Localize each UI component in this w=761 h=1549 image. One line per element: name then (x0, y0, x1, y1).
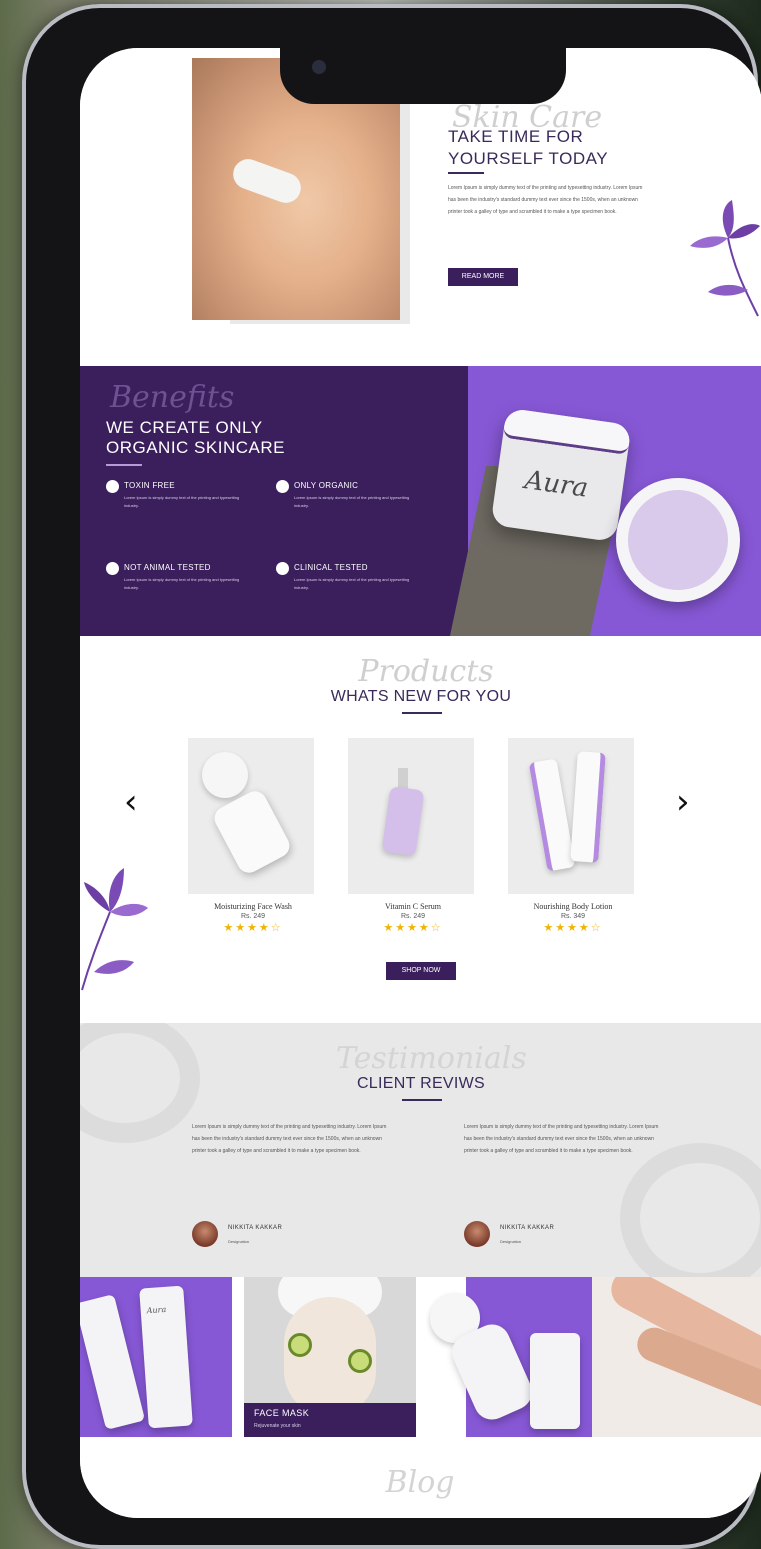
avatar (192, 1221, 218, 1247)
feature-desc: Lorem Ipsum is simply dummy text of the … (124, 577, 240, 590)
phone-frame: Skin Care TAKE TIME FOR YOURSELF TODAY L… (22, 4, 761, 1549)
benefits-title-rule (106, 464, 142, 466)
reviewer-name: NIKKITA KAKKAR (228, 1225, 283, 1231)
open-cream-pot (616, 478, 740, 602)
cream-jar: Aura (490, 407, 632, 543)
reviewer-name: NIKKITA KAKKAR (500, 1225, 555, 1231)
flask-icon (276, 562, 289, 575)
benefits-section: Benefits WE CREATE ONLY ORGANIC SKINCARE… (80, 366, 761, 636)
product-image-face-wash[interactable] (188, 738, 314, 894)
lotion-tube (528, 758, 576, 872)
star-rating: ★★★★☆ (543, 922, 603, 934)
review-card: Lorem Ipsum is simply dummy text of the … (192, 1121, 392, 1247)
cucumber-slice (288, 1333, 312, 1357)
review-text: Lorem Ipsum is simply dummy text of the … (192, 1124, 387, 1154)
benefits-script-title: Benefits (110, 380, 235, 415)
reviews-title-rule (402, 1099, 442, 1101)
product-image-body-lotion[interactable] (508, 738, 634, 894)
product-price: Rs. 249 (240, 913, 266, 920)
cream-swatch (228, 154, 306, 208)
face-mask-banner: FACE MASK Rejuvenate your skin (244, 1403, 416, 1437)
phone-screen: Skin Care TAKE TIME FOR YOURSELF TODAY L… (80, 48, 761, 1518)
review-card: Lorem Ipsum is simply dummy text of the … (464, 1121, 664, 1247)
avatar (464, 1221, 490, 1247)
reviews-script-title: Testimonials (336, 1041, 527, 1076)
reviewer-role: Designation (228, 1239, 250, 1244)
gallery-image-bottles[interactable] (426, 1277, 592, 1437)
reviews-section: Testimonials CLIENT REVIWS Lorem Ipsum i… (80, 1023, 761, 1277)
feature-desc: Lorem Ipsum is simply dummy text of the … (294, 577, 410, 590)
hero-title-rule (448, 172, 484, 174)
reviews-title: CLIENT REVIWS (356, 1075, 486, 1092)
hero-title-line2: YOURSELF TODAY (448, 149, 609, 168)
review-text: Lorem Ipsum is simply dummy text of the … (464, 1124, 659, 1154)
cream-surface (628, 490, 728, 590)
blog-section: Blog (80, 1437, 761, 1518)
jar-lid (502, 407, 632, 456)
reviewer-role: Designation (500, 1239, 522, 1244)
products-script-title: Products (358, 654, 494, 689)
lotion-tube (570, 751, 606, 863)
product-price: Rs. 249 (400, 913, 426, 920)
product-bottle (210, 787, 294, 877)
rabbit-icon (106, 562, 119, 575)
benefits-title: WE CREATE ONLY ORGANIC SKINCARE (106, 418, 285, 458)
product-name[interactable]: Moisturizing Face Wash (188, 902, 318, 911)
shop-now-button[interactable]: SHOP NOW (386, 962, 456, 980)
feature-label: CLINICAL TESTED (294, 563, 368, 572)
feature-desc: Lorem Ipsum is simply dummy text of the … (294, 495, 410, 508)
product-image-serum[interactable] (348, 738, 474, 894)
feature-label: TOXIN FREE (124, 481, 175, 490)
benefits-product-image: Aura (449, 366, 761, 636)
read-more-button[interactable]: READ MORE (448, 268, 518, 286)
product-card[interactable]: Nourishing Body Lotion Rs. 349 ★★★★☆ (508, 738, 638, 934)
feature-label: NOT ANIMAL TESTED (124, 563, 211, 572)
flower-icon (690, 200, 760, 317)
gallery-image-tubes[interactable]: Aura (80, 1277, 232, 1437)
product-box (530, 1333, 580, 1429)
product-card[interactable]: Moisturizing Face Wash Rs. 249 ★★★★☆ (188, 738, 318, 934)
benefits-title-line1: WE CREATE ONLY (106, 418, 263, 437)
product-price: Rs. 349 (560, 913, 586, 920)
gallery-section: Aura FACE MASK Rejuvenate your skin (80, 1277, 761, 1437)
hero-title: TAKE TIME FOR YOURSELF TODAY (448, 126, 608, 170)
flower-icon (81, 868, 148, 991)
products-section: Products WHATS NEW FOR YOU ‹ › Moisturiz… (80, 636, 761, 1023)
face-mask-subtitle: Rejuvenate your skin (254, 1423, 301, 1429)
phone-notch (280, 44, 566, 104)
hero-body-text: Lorem Ipsum is simply dummy text of the … (448, 185, 643, 215)
product-name[interactable]: Nourishing Body Lotion (508, 902, 638, 911)
product-name[interactable]: Vitamin C Serum (348, 902, 478, 911)
gallery-image-face-mask[interactable]: FACE MASK Rejuvenate your skin (244, 1277, 416, 1437)
product-tube (80, 1294, 146, 1430)
organic-icon (276, 480, 289, 493)
jar-brand-label: Aura (522, 465, 590, 504)
benefits-title-line2: ORGANIC SKINCARE (106, 438, 285, 457)
cucumber-slice (348, 1349, 372, 1373)
camera-icon (312, 60, 326, 74)
quote-decoration (620, 1143, 761, 1277)
product-jar (202, 752, 248, 798)
leaf-icon (106, 480, 119, 493)
blog-script-title: Blog (385, 1465, 455, 1500)
feature-desc: Lorem Ipsum is simply dummy text of the … (124, 495, 240, 508)
feature-label: ONLY ORGANIC (294, 481, 359, 490)
product-tube: Aura (139, 1285, 193, 1429)
products-title-rule (402, 712, 442, 714)
face-mask-title: FACE MASK (254, 1408, 310, 1418)
carousel-next-arrow[interactable]: › (676, 782, 690, 822)
tube-brand-label: Aura (146, 1304, 167, 1316)
products-title: WHATS NEW FOR YOU (330, 688, 512, 705)
star-rating: ★★★★☆ (223, 922, 283, 934)
hero-title-line1: TAKE TIME FOR (448, 127, 584, 146)
product-card[interactable]: Vitamin C Serum Rs. 249 ★★★★☆ (348, 738, 478, 934)
carousel-prev-arrow[interactable]: ‹ (124, 782, 138, 822)
serum-bottle (381, 785, 425, 857)
star-rating: ★★★★☆ (383, 922, 443, 934)
gallery-image-legs[interactable] (592, 1277, 761, 1437)
